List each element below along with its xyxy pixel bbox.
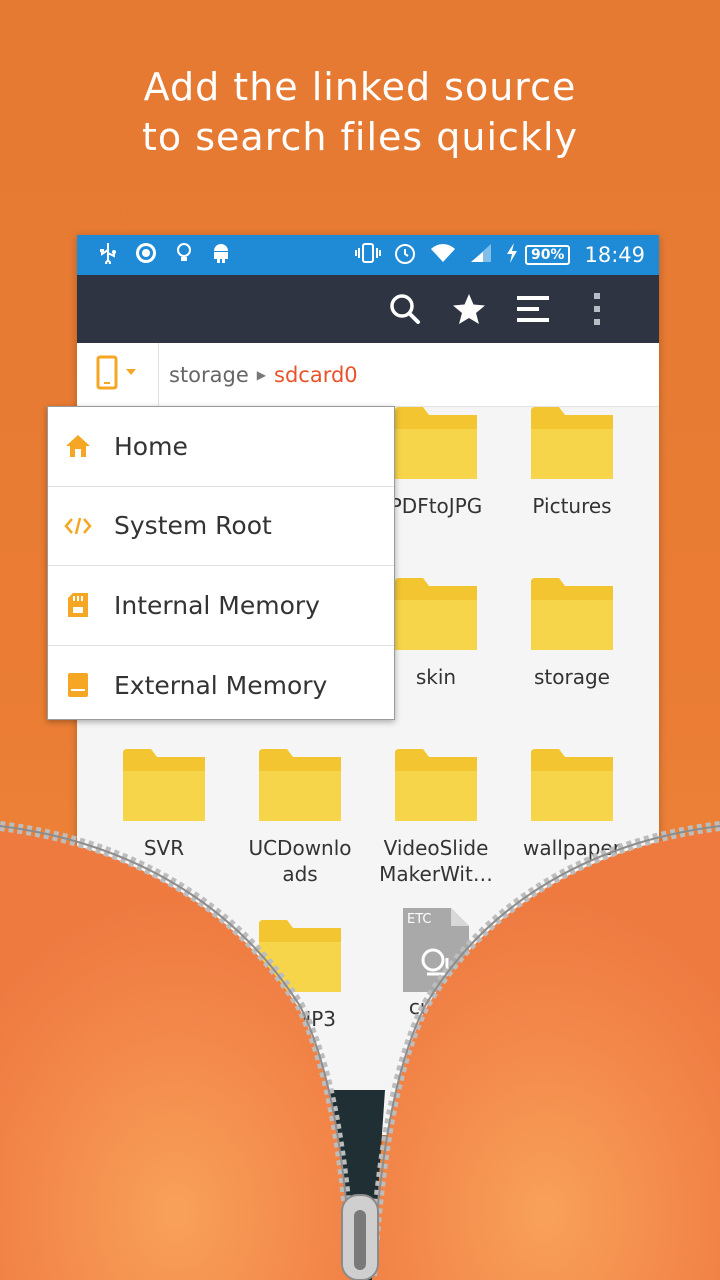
- wifi-icon: [429, 242, 457, 269]
- folder-icon: [395, 578, 477, 650]
- breadcrumb-separator-icon: ▶: [256, 367, 267, 382]
- vibrate-icon: [354, 242, 381, 269]
- folder-icon: [531, 407, 613, 479]
- storage-menu: Home System Root Internal Memory Externa…: [47, 406, 395, 720]
- menu-item-label: Internal Memory: [114, 590, 320, 620]
- storage-icon: [64, 671, 92, 699]
- headline: Add the linked source to search files qu…: [0, 62, 720, 162]
- charging-icon: [505, 242, 519, 269]
- bulb-icon: [175, 242, 193, 269]
- status-bar: 90% 18:49: [77, 235, 659, 275]
- menu-item-system-root[interactable]: System Root: [48, 487, 394, 566]
- android-icon: [211, 242, 231, 269]
- file-custo[interactable]: ETC custo: [368, 908, 504, 1020]
- folder-name: VideoSlideMakerWit…: [379, 836, 493, 886]
- headline-line-1: Add the linked source: [143, 65, 577, 109]
- usb-icon: [99, 242, 117, 269]
- alarm-icon: [393, 241, 417, 270]
- menu-item-external-memory[interactable]: External Memory: [48, 646, 394, 726]
- path-bar: storage ▶ sdcard0: [77, 342, 659, 407]
- clock: 18:49: [584, 243, 645, 267]
- storage-selector[interactable]: [77, 342, 159, 407]
- signal-icon: [469, 242, 493, 269]
- toolbar: [77, 275, 659, 343]
- menu-item-label: External Memory: [114, 670, 328, 700]
- file-icon: ETC: [403, 908, 469, 992]
- folder-videoslidemaker[interactable]: VideoSlideMakerWit…: [368, 749, 504, 887]
- star-icon: [452, 293, 486, 325]
- sd-card-icon: [64, 591, 92, 619]
- folder-name: Pictures: [532, 494, 612, 518]
- home-icon: [64, 432, 92, 460]
- folder-wallpaper[interactable]: wallpaper: [504, 749, 640, 861]
- overflow-menu-button[interactable]: [565, 275, 629, 343]
- menu-item-label: System Root: [114, 511, 272, 541]
- file-type-badge: ETC: [407, 912, 432, 927]
- folder-name: MP3: [293, 1007, 337, 1031]
- folder-icon: [259, 920, 341, 992]
- file-name: custo: [408, 995, 464, 1019]
- folder-name: UCDownloads: [248, 836, 352, 886]
- breadcrumb-sdcard0[interactable]: sdcard0: [274, 363, 358, 387]
- list-view-button[interactable]: [501, 275, 565, 343]
- folder-ucdownloads[interactable]: UCDownloads: [232, 749, 368, 887]
- folder-icon: [259, 749, 341, 821]
- folder-icon: [123, 749, 205, 821]
- folder-icon: [531, 749, 613, 821]
- favorites-button[interactable]: [437, 275, 501, 343]
- folder-svr[interactable]: SVR: [96, 749, 232, 861]
- folder-mp3[interactable]: MP3: [232, 920, 368, 1032]
- folder-name: SVR: [143, 836, 185, 860]
- code-icon: [64, 512, 92, 540]
- breadcrumb-storage[interactable]: storage: [169, 363, 249, 387]
- menu-item-label: Home: [114, 431, 188, 461]
- folder-icon: [395, 407, 477, 479]
- record-icon: [135, 242, 157, 269]
- battery-level: 90%: [524, 245, 571, 265]
- folder-icon: [395, 749, 477, 821]
- folder-storage[interactable]: storage: [504, 578, 640, 690]
- folder-pictures[interactable]: Pictures: [504, 407, 640, 519]
- search-button[interactable]: [373, 275, 437, 343]
- folder-name: wallpaper: [523, 836, 621, 860]
- list-icon: [517, 295, 549, 323]
- headline-line-2: to search files quickly: [142, 115, 578, 159]
- menu-item-home[interactable]: Home: [48, 407, 394, 487]
- overflow-menu-icon: [593, 293, 601, 325]
- phone-icon: [96, 355, 140, 395]
- menu-item-internal-memory[interactable]: Internal Memory: [48, 566, 394, 646]
- folder-name: storage: [534, 665, 610, 689]
- folder-icon: [531, 578, 613, 650]
- search-icon: [389, 293, 421, 325]
